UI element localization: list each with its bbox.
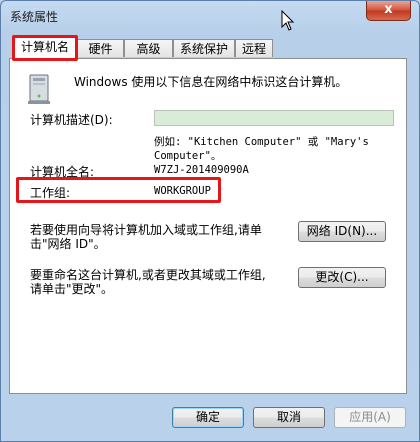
system-properties-window: 系统属性 x 计算机名 硬件 高级 系统保护 远程 Windows 使用以下信息… [0, 0, 420, 442]
change-button[interactable]: 更改(C)... [298, 267, 386, 288]
computer-description-label: 计算机描述(D): [30, 113, 113, 127]
computer-icon [28, 74, 50, 104]
example-text-line1: 例如: "Kitchen Computer" 或 "Mary's [154, 136, 369, 148]
computer-description-input[interactable] [154, 110, 394, 126]
apply-button[interactable]: 应用(A) [334, 407, 406, 428]
computer-name-panel: Windows 使用以下信息在网络中标识这台计算机。 计算机描述(D): 例如:… [9, 58, 407, 394]
ok-button[interactable]: 确定 [172, 407, 244, 428]
window-title: 系统属性 [10, 10, 59, 24]
tab-advanced[interactable]: 高级 [124, 39, 173, 57]
network-id-text-line2: 击"网络 ID"。 [30, 237, 106, 251]
tab-hardware[interactable]: 硬件 [77, 39, 124, 57]
close-button[interactable]: x [366, 1, 411, 21]
mouse-cursor-icon [281, 10, 295, 31]
intro-text: Windows 使用以下信息在网络中标识这台计算机。 [74, 75, 348, 89]
cancel-button[interactable]: 取消 [253, 407, 325, 428]
full-name-value: W7ZJ-201409090A [154, 164, 249, 176]
network-id-button[interactable]: 网络 ID(N)... [298, 221, 386, 242]
tab-highlight-box [12, 35, 78, 61]
example-text-line2: Computer"。 [154, 150, 222, 162]
tab-system-protection[interactable]: 系统保护 [173, 39, 235, 57]
workgroup-highlight-box [16, 177, 221, 203]
tab-remote[interactable]: 远程 [235, 39, 273, 57]
rename-text-line2: 请单击"更改"。 [30, 282, 114, 296]
